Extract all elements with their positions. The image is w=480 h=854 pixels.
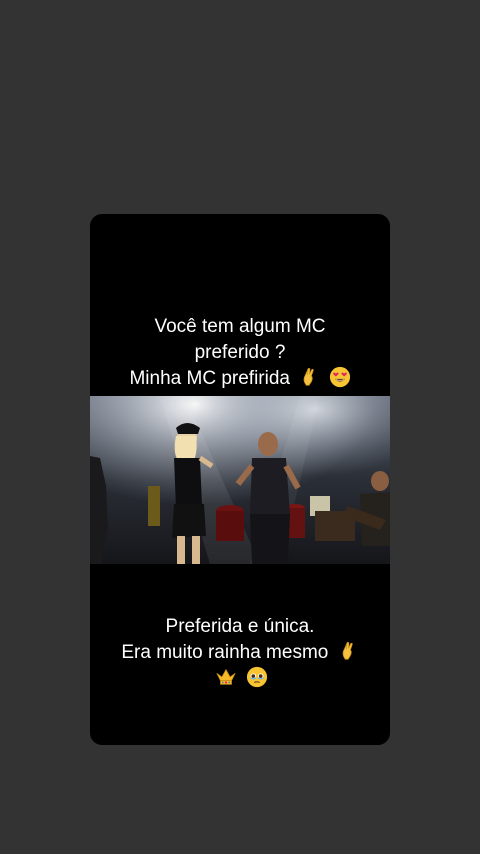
heart-eyes-icon [329, 366, 350, 388]
bottom-caption: Preferida e única. Era muito rainha mesm… [90, 614, 390, 692]
bottom-caption-line-1: Preferida e única. [165, 616, 315, 637]
crown-icon [216, 668, 236, 685]
story-screen: Você tem algum MC preferido ? Minha MC p… [0, 0, 480, 854]
top-caption: Você tem algum MC preferido ? Minha MC p… [90, 314, 390, 392]
top-caption-line-2: preferido ? [194, 342, 286, 363]
bottom-caption-line-2: Era muito rainha mesmo [121, 642, 329, 663]
top-caption-line-1: Você tem algum MC [154, 316, 326, 337]
concert-video-frame [90, 396, 390, 564]
concert-video[interactable] [90, 396, 390, 564]
pinched-fingers-icon [303, 367, 314, 386]
bottom-caption-line-2-wrap: Era muito rainha mesmo [90, 640, 390, 666]
teary-face-icon [246, 666, 267, 688]
pinched-fingers-icon [342, 641, 353, 660]
top-caption-line-3-wrap: Minha MC prefirida [90, 366, 390, 392]
bottom-caption-line-3 [90, 666, 390, 692]
top-caption-line-3: Minha MC prefirida [129, 368, 290, 389]
post-card[interactable]: Você tem algum MC preferido ? Minha MC p… [90, 214, 390, 745]
